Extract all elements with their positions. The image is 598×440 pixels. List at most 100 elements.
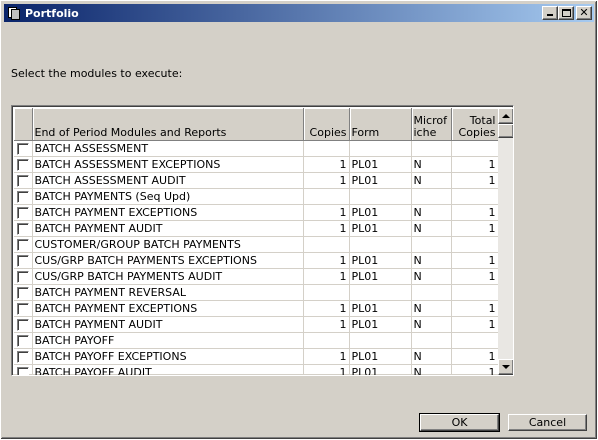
maximize-icon <box>562 9 571 17</box>
row-checkbox-cell[interactable] <box>14 332 33 349</box>
modules-table: End of Period Modules and Reports Copies… <box>14 108 499 375</box>
table-row[interactable]: BATCH PAYMENT EXCEPTIONS 1 PL01 N 1 <box>14 300 499 317</box>
scroll-down-arrow-icon <box>502 365 510 369</box>
microfiche-cell: N <box>411 220 452 237</box>
table-row[interactable]: BATCH PAYOFF EXCEPTIONS 1 PL01 N 1 <box>14 348 499 365</box>
microfiche-cell: N <box>411 348 452 365</box>
table-row[interactable]: BATCH PAYOFF <box>14 332 499 349</box>
close-icon: ✕ <box>579 6 589 19</box>
row-checkbox[interactable] <box>16 286 29 299</box>
vertical-scrollbar[interactable] <box>498 108 513 375</box>
row-checkbox-cell[interactable] <box>14 284 33 301</box>
row-checkbox-cell[interactable] <box>14 236 33 253</box>
copies-cell: 1 <box>303 252 350 269</box>
row-checkbox[interactable] <box>16 142 29 155</box>
total-copies-cell: 1 <box>451 300 499 317</box>
row-checkbox[interactable] <box>16 318 29 331</box>
copies-cell <box>303 140 350 157</box>
microfiche-cell <box>411 284 452 301</box>
table-row[interactable]: BATCH PAYMENT AUDIT 1 PL01 N 1 <box>14 316 499 333</box>
row-checkbox[interactable] <box>16 158 29 171</box>
table-row[interactable]: BATCH PAYMENT EXCEPTIONS 1 PL01 N 1 <box>14 204 499 221</box>
maximize-button[interactable] <box>558 6 574 20</box>
total-copies-cell <box>451 140 499 157</box>
minimize-button[interactable] <box>542 6 558 20</box>
title-bar[interactable]: Portfolio ✕ <box>4 4 594 22</box>
column-header-module[interactable]: End of Period Modules and Reports <box>32 108 304 141</box>
row-checkbox[interactable] <box>16 270 29 283</box>
portfolio-window: Portfolio ✕ Select the modules to execut… <box>0 0 598 440</box>
close-button[interactable]: ✕ <box>576 6 592 20</box>
module-name-cell: BATCH PAYMENTS (Seq Upd) <box>32 188 304 205</box>
ok-button[interactable]: OK <box>419 413 500 432</box>
column-header-form[interactable]: Form <box>349 108 412 141</box>
total-copies-cell <box>451 284 499 301</box>
row-checkbox-cell[interactable] <box>14 188 33 205</box>
row-checkbox-cell[interactable] <box>14 300 33 317</box>
total-copies-cell: 1 <box>451 220 499 237</box>
row-checkbox-cell[interactable] <box>14 220 33 237</box>
table-row[interactable]: CUS/GRP BATCH PAYMENTS EXCEPTIONS 1 PL01 N 1 <box>14 252 499 269</box>
row-checkbox[interactable] <box>16 206 29 219</box>
total-copies-cell: 1 <box>451 316 499 333</box>
module-name-cell: CUS/GRP BATCH PAYMENTS AUDIT <box>32 268 304 285</box>
table-row[interactable]: CUS/GRP BATCH PAYMENTS AUDIT 1 PL01 N 1 <box>14 268 499 285</box>
table-row[interactable]: BATCH PAYMENTS (Seq Upd) <box>14 188 499 205</box>
total-copies-cell: 1 <box>451 204 499 221</box>
row-checkbox-cell[interactable] <box>14 348 33 365</box>
column-header-total-copies[interactable]: Total Copies <box>451 108 499 141</box>
row-checkbox-cell[interactable] <box>14 156 33 173</box>
scroll-up-arrow-icon <box>502 114 510 118</box>
column-header-copies[interactable]: Copies <box>303 108 350 141</box>
column-header-microfiche[interactable]: Microfiche <box>411 108 452 141</box>
table-row[interactable]: BATCH PAYMENT REVERSAL <box>14 284 499 301</box>
module-name-cell: BATCH PAYMENT EXCEPTIONS <box>32 300 304 317</box>
table-row[interactable]: BATCH ASSESSMENT <box>14 140 499 157</box>
modules-grid: End of Period Modules and Reports Copies… <box>11 105 514 376</box>
copies-cell: 1 <box>303 348 350 365</box>
form-cell: PL01 <box>349 316 412 333</box>
table-row[interactable]: BATCH PAYMENT AUDIT 1 PL01 N 1 <box>14 220 499 237</box>
row-checkbox[interactable] <box>16 366 29 375</box>
copies-cell: 1 <box>303 204 350 221</box>
row-checkbox[interactable] <box>16 254 29 267</box>
module-name-cell: BATCH PAYMENT EXCEPTIONS <box>32 204 304 221</box>
instruction-label: Select the modules to execute: <box>11 67 183 80</box>
scroll-up-button[interactable] <box>498 108 513 124</box>
table-row[interactable]: CUSTOMER/GROUP BATCH PAYMENTS <box>14 236 499 253</box>
checkbox-column-header <box>14 108 33 141</box>
cancel-button[interactable]: Cancel <box>508 414 587 431</box>
row-checkbox[interactable] <box>16 174 29 187</box>
module-name-cell: BATCH PAYMENT REVERSAL <box>32 284 304 301</box>
row-checkbox[interactable] <box>16 302 29 315</box>
table-row[interactable]: BATCH PAYOFF AUDIT 1 PL01 N 1 <box>14 364 499 375</box>
row-checkbox[interactable] <box>16 238 29 251</box>
row-checkbox-cell[interactable] <box>14 172 33 189</box>
scroll-thumb[interactable] <box>498 124 513 138</box>
form-cell <box>349 236 412 253</box>
row-checkbox-cell[interactable] <box>14 316 33 333</box>
row-checkbox[interactable] <box>16 350 29 363</box>
row-checkbox-cell[interactable] <box>14 268 33 285</box>
row-checkbox-cell[interactable] <box>14 140 33 157</box>
scroll-down-button[interactable] <box>498 359 513 375</box>
table-row[interactable]: BATCH ASSESSMENT AUDIT 1 PL01 N 1 <box>14 172 499 189</box>
row-checkbox-cell[interactable] <box>14 204 33 221</box>
row-checkbox-cell[interactable] <box>14 252 33 269</box>
total-copies-cell: 1 <box>451 252 499 269</box>
microfiche-cell: N <box>411 300 452 317</box>
copies-cell <box>303 284 350 301</box>
copies-cell: 1 <box>303 364 350 375</box>
table-row[interactable]: BATCH ASSESSMENT EXCEPTIONS 1 PL01 N 1 <box>14 156 499 173</box>
row-checkbox-cell[interactable] <box>14 364 33 375</box>
row-checkbox[interactable] <box>16 222 29 235</box>
microfiche-cell: N <box>411 172 452 189</box>
row-checkbox[interactable] <box>16 190 29 203</box>
copies-cell: 1 <box>303 316 350 333</box>
total-copies-cell: 1 <box>451 348 499 365</box>
row-checkbox[interactable] <box>16 334 29 347</box>
microfiche-cell: N <box>411 252 452 269</box>
module-name-cell: BATCH PAYOFF <box>32 332 304 349</box>
minimize-icon <box>547 14 553 16</box>
microfiche-cell: N <box>411 268 452 285</box>
